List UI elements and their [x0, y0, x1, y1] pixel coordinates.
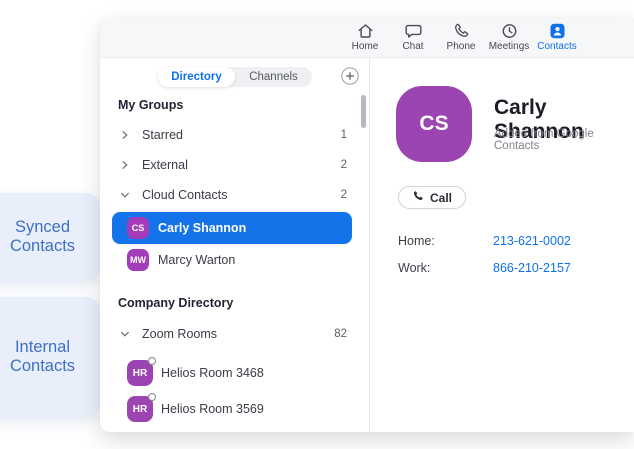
- tab-directory[interactable]: Directory: [158, 67, 235, 87]
- chat-icon: [404, 21, 423, 40]
- avatar: CS: [127, 217, 149, 239]
- group-count: 2: [341, 189, 347, 201]
- plus-icon: [341, 73, 359, 88]
- contact-detail-pane: CS Carly Shannon Added from Google Conta…: [370, 58, 634, 432]
- group-list: Starred 1 External 2 Cloud: [100, 120, 369, 210]
- contact-name: Carly Shannon: [158, 221, 246, 235]
- room-row-helios-3468[interactable]: HR Helios Room 3468: [100, 355, 369, 391]
- room-name: Helios Room 3468: [161, 366, 264, 380]
- call-phone-icon: [412, 190, 424, 205]
- nav-label-meetings: Meetings: [489, 41, 530, 52]
- group-row-external[interactable]: External 2: [100, 150, 369, 180]
- call-button[interactable]: Call: [398, 186, 466, 209]
- group-row-starred[interactable]: Starred 1: [100, 120, 369, 150]
- contact-row-carly-shannon[interactable]: CS Carly Shannon: [112, 212, 352, 244]
- group-count: 82: [334, 328, 347, 340]
- room-row-helios-3569[interactable]: HR Helios Room 3569: [100, 391, 369, 427]
- directory-channels-toggle: Directory Channels: [158, 67, 312, 87]
- contacts-sidebar: Directory Channels My Groups Starr: [100, 58, 370, 432]
- meetings-icon: [500, 21, 519, 40]
- contact-name: Marcy Warton: [158, 253, 235, 267]
- zoom-rooms-list: HR Helios Room 3468 HR Helios Room 3569: [100, 355, 369, 427]
- presence-status-icon: [148, 393, 156, 401]
- nav-label-contacts: Contacts: [537, 41, 576, 52]
- phone-number-link[interactable]: 866-210-2157: [493, 261, 571, 275]
- avatar: MW: [127, 249, 149, 271]
- group-name: Starred: [142, 128, 183, 142]
- annotation-synced-label: Synced Contacts: [0, 218, 93, 257]
- nav-tab-contacts[interactable]: Contacts: [533, 21, 581, 55]
- contact-row-marcy-warton[interactable]: MW Marcy Warton: [112, 244, 352, 276]
- group-name: External: [142, 158, 188, 172]
- phone-number-link[interactable]: 213-621-0002: [493, 234, 571, 248]
- group-row-zoom-rooms[interactable]: Zoom Rooms 82: [100, 319, 369, 349]
- tab-channels[interactable]: Channels: [235, 67, 312, 87]
- group-row-cloud-contacts[interactable]: Cloud Contacts 2: [100, 180, 369, 210]
- add-contact-button[interactable]: [341, 67, 359, 85]
- group-name: Zoom Rooms: [142, 327, 217, 341]
- annotation-synced-contacts: Synced Contacts: [0, 193, 101, 281]
- company-group-list: Zoom Rooms 82: [100, 319, 369, 349]
- nav-tab-phone[interactable]: Phone: [437, 21, 485, 55]
- group-name: Cloud Contacts: [142, 188, 227, 202]
- phone-field-work: Work: 866-210-2157: [398, 261, 614, 275]
- app-header: Home Chat Phone: [100, 18, 634, 58]
- chevron-right-icon: [120, 160, 130, 170]
- nav-label-chat: Chat: [402, 41, 423, 52]
- chevron-right-icon: [120, 130, 130, 140]
- avatar-wrap: HR: [127, 396, 153, 422]
- cloud-contacts-list: CS Carly Shannon MW Marcy Warton: [100, 212, 369, 276]
- nav-tab-meetings[interactable]: Meetings: [485, 21, 533, 55]
- call-button-label: Call: [430, 191, 452, 205]
- group-count: 2: [341, 159, 347, 171]
- nav-tab-chat[interactable]: Chat: [389, 21, 437, 55]
- contact-source-note: Added from Google Contacts: [494, 128, 634, 152]
- app-body: Directory Channels My Groups Starr: [100, 58, 634, 432]
- home-icon: [356, 21, 375, 40]
- avatar: CS: [396, 86, 472, 162]
- nav-tab-home[interactable]: Home: [341, 21, 389, 55]
- avatar-wrap: HR: [127, 360, 153, 386]
- phone-field-label: Home:: [398, 234, 493, 248]
- presence-status-icon: [148, 357, 156, 365]
- annotation-internal-label: Internal Contacts: [0, 338, 93, 377]
- phone-icon: [452, 21, 471, 40]
- phone-field-label: Work:: [398, 261, 493, 275]
- top-nav: Home Chat Phone: [341, 21, 581, 55]
- room-name: Helios Room 3569: [161, 402, 264, 416]
- section-my-groups: My Groups: [118, 98, 183, 112]
- page: Synced Contacts Internal Contacts Home C…: [0, 0, 634, 449]
- chevron-down-icon: [120, 329, 130, 339]
- annotation-internal-contacts: Internal Contacts: [0, 297, 101, 417]
- section-company-directory: Company Directory: [118, 296, 233, 310]
- chevron-down-icon: [120, 190, 130, 200]
- nav-label-home: Home: [352, 41, 379, 52]
- zoom-app-window: Home Chat Phone: [100, 18, 634, 432]
- group-count: 1: [341, 129, 347, 141]
- contacts-icon: [548, 21, 567, 40]
- phone-field-home: Home: 213-621-0002: [398, 234, 614, 248]
- nav-label-phone: Phone: [447, 41, 476, 52]
